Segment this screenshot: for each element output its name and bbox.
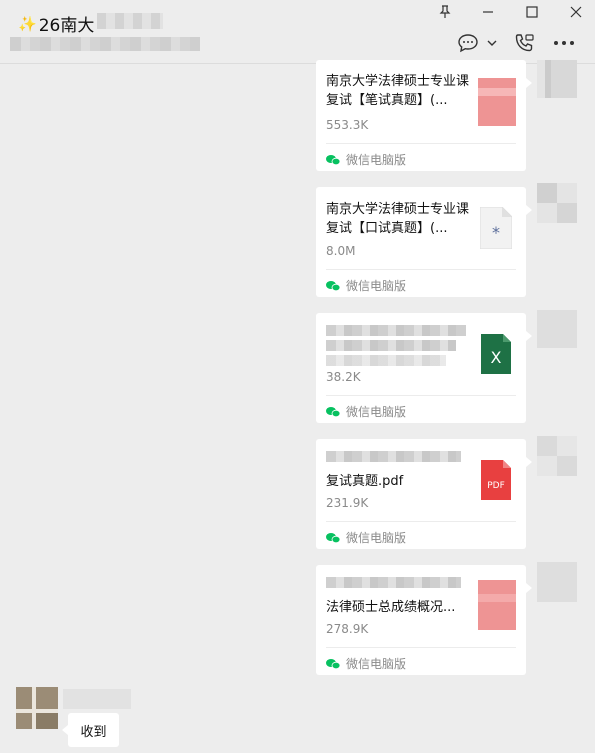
- file-pink-icon: [478, 78, 516, 126]
- chat-title-text: 26南大: [38, 16, 95, 36]
- file-source: 微信电脑版: [326, 403, 406, 420]
- divider: [326, 647, 516, 648]
- reply-message[interactable]: 收到: [62, 713, 119, 747]
- pdf-icon: PDF: [481, 460, 511, 500]
- chevron-down-icon[interactable]: [486, 32, 498, 54]
- minimize-icon[interactable]: [477, 2, 499, 22]
- avatar[interactable]: [537, 436, 577, 476]
- file-name: 复试真题.pdf: [326, 474, 404, 489]
- file-name-redacted: [326, 325, 466, 370]
- file-name: 法律硕士总成绩概况...: [326, 600, 456, 615]
- excel-icon: X: [481, 334, 511, 374]
- file-pink-icon: [478, 580, 516, 630]
- file-size: 38.2K: [326, 370, 361, 384]
- subtitle-redacted: [10, 37, 200, 51]
- file-size: 553.3K: [326, 118, 369, 132]
- file-name-redacted: [326, 451, 466, 466]
- file-message[interactable]: 复试真题.pdf 231.9K 微信电脑版 PDF: [316, 439, 532, 549]
- file-source: 微信电脑版: [326, 277, 406, 294]
- phone-icon[interactable]: [513, 32, 535, 54]
- close-icon[interactable]: [565, 2, 587, 22]
- chat-bubble-icon[interactable]: [457, 32, 479, 54]
- file-name: 南京大学法律硕士专业课复试【口试真题】(...: [326, 202, 470, 236]
- file-source: 微信电脑版: [326, 529, 406, 546]
- file-name-redacted: [326, 577, 466, 592]
- divider: [326, 395, 516, 396]
- avatar[interactable]: [537, 60, 577, 98]
- svg-text:*: *: [492, 223, 500, 242]
- svg-text:X: X: [491, 348, 502, 367]
- file-source: 微信电脑版: [326, 151, 406, 168]
- file-message[interactable]: 南京大学法律硕士专业课复试【笔试真题】(... 553.3K 微信电脑版: [316, 60, 532, 171]
- file-size: 278.9K: [326, 622, 369, 636]
- wechat-logo-icon: [326, 658, 340, 669]
- maximize-icon[interactable]: [521, 2, 543, 22]
- sender-name-redacted: [63, 689, 131, 709]
- wechat-logo-icon: [326, 280, 340, 291]
- file-message[interactable]: 法律硕士总成绩概况... 278.9K 微信电脑版: [316, 565, 532, 675]
- divider: [326, 269, 516, 270]
- avatar[interactable]: [537, 562, 577, 602]
- avatar[interactable]: [537, 183, 577, 223]
- sender-avatar[interactable]: [16, 687, 58, 729]
- divider: [326, 143, 516, 144]
- chat-title[interactable]: ✨ 26南大: [18, 11, 95, 37]
- more-icon[interactable]: [553, 32, 575, 54]
- pin-icon[interactable]: [434, 2, 456, 22]
- file-message[interactable]: 南京大学法律硕士专业课复试【口试真题】(... 8.0M 微信电脑版 *: [316, 187, 532, 297]
- divider: [326, 521, 516, 522]
- file-name: 南京大学法律硕士专业课复试【笔试真题】(...: [326, 74, 470, 108]
- file-source: 微信电脑版: [326, 655, 406, 672]
- title-bar: ✨ 26南大: [0, 0, 595, 64]
- file-size: 231.9K: [326, 496, 369, 510]
- file-message[interactable]: 38.2K 微信电脑版 X: [316, 313, 532, 423]
- file-generic-icon: *: [479, 206, 513, 250]
- avatar[interactable]: [537, 310, 577, 348]
- wechat-logo-icon: [326, 406, 340, 417]
- reply-text: 收到: [80, 724, 107, 740]
- title-redacted: [97, 13, 163, 29]
- file-size: 8.0M: [326, 244, 356, 258]
- svg-text:PDF: PDF: [487, 481, 505, 491]
- wechat-logo-icon: [326, 154, 340, 165]
- sparkle-emoji: ✨: [18, 14, 37, 33]
- wechat-logo-icon: [326, 532, 340, 543]
